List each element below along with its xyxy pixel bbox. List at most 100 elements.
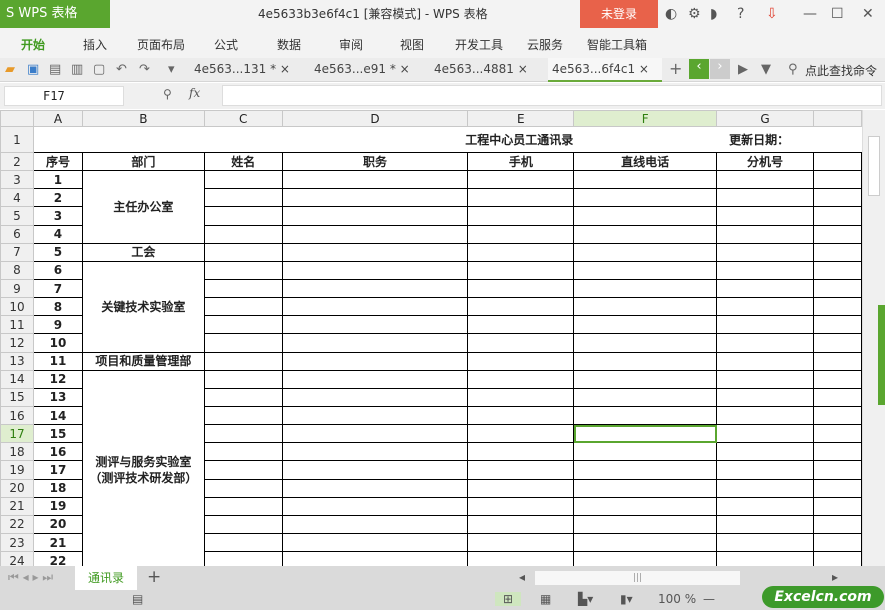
- cell[interactable]: [203, 424, 283, 444]
- settings-icon[interactable]: ⚙: [688, 0, 701, 28]
- cell[interactable]: [813, 405, 862, 426]
- row-header[interactable]: 16: [0, 405, 34, 426]
- cell[interactable]: [813, 351, 862, 371]
- cell[interactable]: [716, 551, 814, 566]
- cell[interactable]: [281, 442, 469, 462]
- export-pdf-icon[interactable]: ▤: [49, 62, 61, 77]
- cell[interactable]: [467, 514, 575, 534]
- close-icon[interactable]: ✕: [862, 0, 874, 28]
- cell[interactable]: [203, 478, 283, 498]
- cell[interactable]: [573, 532, 718, 553]
- seq-cell[interactable]: 15: [32, 424, 83, 444]
- cell[interactable]: [203, 532, 283, 553]
- new-tab-icon[interactable]: +: [669, 59, 682, 78]
- scroll-right-icon[interactable]: ▸: [832, 570, 838, 584]
- cell[interactable]: [813, 260, 862, 280]
- cell[interactable]: [467, 442, 575, 462]
- help-icon[interactable]: ?: [737, 0, 744, 28]
- cell[interactable]: [573, 297, 718, 317]
- sheet-tab[interactable]: 通讯录: [75, 566, 137, 590]
- cell[interactable]: [813, 224, 862, 244]
- cell[interactable]: [281, 242, 469, 262]
- col-header[interactable]: E: [467, 110, 575, 127]
- cell[interactable]: [813, 496, 862, 516]
- doc-tab-active[interactable]: 4e563...6f4c1 ×: [548, 58, 662, 82]
- cell[interactable]: [467, 424, 575, 444]
- cell[interactable]: [467, 405, 575, 426]
- cell[interactable]: [813, 369, 862, 389]
- dropdown-icon[interactable]: ▾: [168, 62, 175, 77]
- cell[interactable]: [467, 188, 575, 208]
- doc-tab[interactable]: 4e563...e91 * ×: [310, 58, 426, 82]
- seq-cell[interactable]: 9: [32, 315, 83, 335]
- seq-cell[interactable]: 14: [32, 405, 83, 426]
- cell[interactable]: [813, 242, 862, 262]
- row-header[interactable]: 20: [0, 478, 34, 498]
- cell[interactable]: [716, 188, 814, 208]
- cell[interactable]: [573, 460, 718, 480]
- cell[interactable]: [813, 206, 862, 226]
- col-header[interactable]: G: [716, 110, 814, 127]
- cell[interactable]: [716, 351, 814, 371]
- row-header[interactable]: 13: [0, 351, 34, 371]
- col-header[interactable]: [813, 110, 862, 127]
- cell[interactable]: [467, 460, 575, 480]
- tab-view[interactable]: 视图: [400, 36, 424, 53]
- cell[interactable]: [716, 478, 814, 498]
- seq-cell[interactable]: 12: [32, 369, 83, 389]
- cell[interactable]: [573, 260, 718, 280]
- cell[interactable]: [573, 478, 718, 498]
- tab-formulas[interactable]: 公式: [214, 36, 238, 53]
- cell[interactable]: [281, 170, 469, 190]
- column-title[interactable]: 分机号: [716, 151, 814, 172]
- cell[interactable]: [281, 387, 469, 407]
- cell[interactable]: [716, 532, 814, 553]
- row-header[interactable]: 12: [0, 333, 34, 353]
- cell[interactable]: [203, 369, 283, 389]
- pin-icon[interactable]: ▼: [761, 62, 771, 77]
- cell[interactable]: [573, 206, 718, 226]
- redo-icon[interactable]: ↷: [139, 62, 150, 77]
- doc-tab[interactable]: 4e563...131 * ×: [190, 58, 306, 82]
- cell[interactable]: [813, 387, 862, 407]
- cell[interactable]: [716, 170, 814, 190]
- seq-cell[interactable]: 17: [32, 460, 83, 480]
- cell[interactable]: [813, 478, 862, 498]
- column-title[interactable]: 手机: [467, 151, 575, 172]
- seq-cell[interactable]: 6: [32, 260, 83, 280]
- cell[interactable]: [203, 460, 283, 480]
- row-header[interactable]: 5: [0, 206, 34, 226]
- cell[interactable]: [281, 405, 469, 426]
- scroll-thumb[interactable]: [868, 136, 880, 196]
- seq-cell[interactable]: 16: [32, 442, 83, 462]
- row-header[interactable]: 11: [0, 315, 34, 335]
- cell[interactable]: [281, 424, 469, 444]
- cell[interactable]: [467, 297, 575, 317]
- tab-page-layout[interactable]: 页面布局: [137, 36, 185, 53]
- cell[interactable]: [813, 278, 862, 299]
- col-header[interactable]: F: [573, 110, 718, 127]
- row-header[interactable]: 9: [0, 278, 34, 299]
- prev-tab-icon[interactable]: ‹: [689, 59, 709, 79]
- seq-cell[interactable]: 18: [32, 478, 83, 498]
- cell[interactable]: [716, 387, 814, 407]
- undo-icon[interactable]: ↶: [116, 62, 127, 77]
- cell[interactable]: [203, 387, 283, 407]
- cell[interactable]: [716, 242, 814, 262]
- cell[interactable]: [716, 206, 814, 226]
- cell[interactable]: [716, 460, 814, 480]
- cell[interactable]: [573, 514, 718, 534]
- login-button[interactable]: 未登录: [580, 0, 658, 28]
- column-title[interactable]: 序号: [32, 151, 83, 172]
- cell[interactable]: [573, 315, 718, 335]
- reading-mode-icon[interactable]: ▮▾: [620, 592, 633, 606]
- cell[interactable]: [813, 514, 862, 534]
- cell[interactable]: [203, 188, 283, 208]
- col-header[interactable]: C: [203, 110, 283, 127]
- formula-input[interactable]: [222, 85, 882, 106]
- row-header[interactable]: 22: [0, 514, 34, 534]
- normal-view-icon[interactable]: ⊞: [495, 592, 522, 606]
- zoom-level[interactable]: 100 %: [658, 592, 696, 606]
- cell[interactable]: [573, 278, 718, 299]
- tab-insert[interactable]: 插入: [83, 36, 107, 53]
